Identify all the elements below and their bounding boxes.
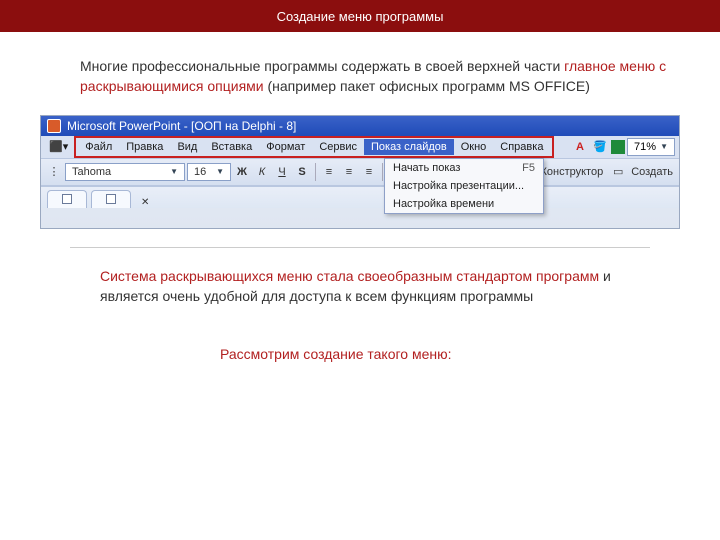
slide-header: Создание меню программы: [0, 0, 720, 32]
para2-accent: Система раскрывающихся меню стала своеоб…: [100, 268, 599, 284]
dropdown-label: Настройка презентации...: [393, 180, 524, 192]
separator: [315, 163, 316, 181]
underline-button[interactable]: Ч: [273, 163, 291, 181]
dropdown-item-start[interactable]: Начать показ F5: [385, 159, 543, 177]
font-name-dropdown[interactable]: Tahoma ▼: [65, 163, 185, 181]
window-titlebar: Microsoft PowerPoint - [ООП на Delphi - …: [41, 116, 679, 136]
align-left-icon[interactable]: ≡: [320, 163, 338, 181]
menu-window[interactable]: Окно: [454, 139, 494, 155]
chevron-down-icon: ▼: [170, 167, 178, 176]
zoom-value: 71%: [634, 141, 656, 153]
font-color-icon[interactable]: A: [571, 138, 589, 156]
chevron-down-icon: ▼: [216, 167, 224, 176]
slide-title: Создание меню программы: [277, 9, 444, 24]
para1-text2: (например пакет офисных программ MS OFFI…: [264, 78, 590, 94]
align-right-icon[interactable]: ≡: [360, 163, 378, 181]
font-size-dropdown[interactable]: 16 ▼: [187, 163, 231, 181]
menu-edit[interactable]: Правка: [119, 139, 170, 155]
zoom-square-icon: [611, 140, 625, 154]
menu-view[interactable]: Вид: [170, 139, 204, 155]
dropdown-item-timing[interactable]: Настройка времени: [385, 195, 543, 213]
dropdown-label: Настройка времени: [393, 198, 494, 210]
menu-tools[interactable]: Сервис: [312, 139, 364, 155]
powerpoint-screenshot: Microsoft PowerPoint - [ООП на Delphi - …: [40, 115, 680, 229]
slides-tab[interactable]: [91, 190, 131, 208]
menu-format[interactable]: Формат: [259, 139, 312, 155]
font-size: 16: [194, 166, 206, 178]
chevron-down-icon: ▼: [660, 142, 668, 151]
shadow-button[interactable]: S: [293, 163, 311, 181]
dropdown-label: Начать показ: [393, 162, 460, 174]
bold-button[interactable]: Ж: [233, 163, 251, 181]
toolbar-handle-icon[interactable]: ⋮: [45, 163, 63, 181]
new-slide-icon[interactable]: ▭: [609, 163, 627, 181]
menu-slideshow[interactable]: Показ слайдов: [364, 139, 454, 155]
dropdown-shortcut: F5: [522, 162, 535, 174]
menu-help[interactable]: Справка: [493, 139, 550, 155]
window-title: Microsoft PowerPoint - [ООП на Delphi - …: [67, 119, 296, 133]
app-dropdown-icon[interactable]: ⬛▾: [45, 138, 72, 155]
formatting-toolbar: ⋮ Tahoma ▼ 16 ▼ Ж К Ч S ≡ ≡ ≡ A A A: [41, 158, 679, 186]
menu-file[interactable]: Файл: [78, 139, 119, 155]
menu-insert[interactable]: Вставка: [204, 139, 259, 155]
outline-tab[interactable]: [47, 190, 87, 208]
close-icon[interactable]: ✕: [141, 197, 149, 208]
font-name: Tahoma: [72, 166, 111, 178]
menu-highlight-box: Файл Правка Вид Вставка Формат Сервис По…: [74, 136, 554, 158]
slideshow-dropdown: Начать показ F5 Настройка презентации...…: [384, 158, 544, 214]
para1-text1: Многие профессиональные программы содерж…: [80, 58, 564, 74]
outline-tabs-row: ✕: [41, 186, 679, 208]
divider: [70, 247, 650, 248]
menu-bar: ⬛▾ Файл Правка Вид Вставка Формат Сервис…: [41, 136, 679, 158]
paragraph-2: Система раскрывающихся меню стала своеоб…: [100, 266, 630, 307]
paragraph-1: Многие профессиональные программы содерж…: [80, 56, 670, 97]
separator: [382, 163, 383, 181]
italic-button[interactable]: К: [253, 163, 271, 181]
powerpoint-icon: [47, 119, 61, 133]
paint-icon[interactable]: 🪣: [591, 138, 609, 156]
create-label[interactable]: Создать: [629, 166, 675, 178]
tab-icon: [106, 194, 116, 204]
slide-content: Многие профессиональные программы содерж…: [0, 32, 720, 362]
tab-icon: [62, 194, 72, 204]
designer-label[interactable]: Конструктор: [536, 166, 607, 178]
paragraph-3: Рассмотрим создание такого меню:: [220, 346, 680, 362]
align-center-icon[interactable]: ≡: [340, 163, 358, 181]
dropdown-item-setup[interactable]: Настройка презентации...: [385, 177, 543, 195]
zoom-dropdown[interactable]: 71% ▼: [627, 138, 675, 156]
para3-text: Рассмотрим создание такого меню:: [220, 346, 452, 362]
